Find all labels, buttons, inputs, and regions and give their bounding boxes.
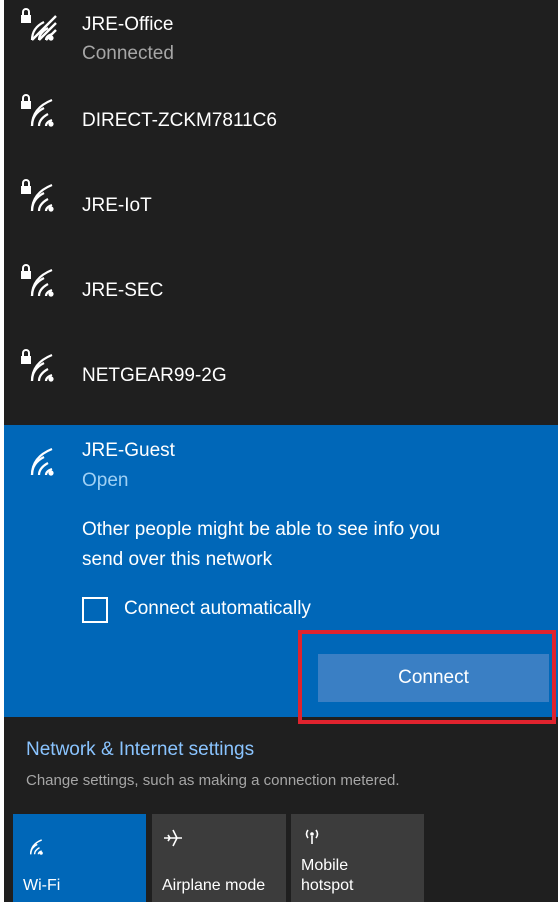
network-name: JRE-IoT bbox=[82, 195, 152, 216]
network-name: JRE-Guest bbox=[82, 440, 175, 461]
network-item-jre-guest-expanded[interactable]: JRE-Guest Open Other people might be abl… bbox=[4, 425, 558, 717]
connect-automatically-checkbox[interactable] bbox=[82, 597, 108, 623]
wifi-icon bbox=[23, 836, 45, 861]
tile-label-line-2: hotspot bbox=[301, 877, 354, 894]
network-name: JRE-SEC bbox=[82, 280, 164, 301]
secured-wifi-icon bbox=[18, 179, 58, 213]
tile-label: Airplane mode bbox=[162, 877, 266, 894]
network-item-jre-iot[interactable]: JRE-IoT bbox=[4, 165, 558, 249]
security-warning-line-2: send over this network bbox=[82, 549, 273, 570]
network-name: JRE-Office bbox=[82, 14, 174, 35]
connect-button[interactable]: Connect bbox=[318, 654, 549, 702]
network-item-netgear99-2g[interactable]: NETGEAR99-2G bbox=[4, 335, 558, 419]
tile-label-line-1: Mobile bbox=[301, 857, 349, 874]
secured-wifi-icon bbox=[18, 8, 58, 42]
secured-wifi-icon bbox=[18, 264, 58, 298]
network-name: DIRECT-ZCKM7811C6 bbox=[82, 110, 277, 131]
wifi-quick-action[interactable]: Wi-Fi bbox=[13, 814, 146, 902]
secured-wifi-icon bbox=[18, 349, 58, 383]
network-item-direct-zckm7811c6[interactable]: DIRECT-ZCKM7811C6 bbox=[4, 80, 558, 164]
network-settings-description: Change settings, such as making a connec… bbox=[26, 772, 400, 789]
network-item-jre-sec[interactable]: JRE-SEC bbox=[4, 250, 558, 334]
tile-label: Wi-Fi bbox=[23, 877, 61, 894]
mobile-hotspot-quick-action[interactable]: Mobile hotspot bbox=[291, 814, 424, 902]
hotspot-icon bbox=[301, 826, 323, 851]
network-settings-link[interactable]: Network & Internet settings bbox=[26, 739, 254, 761]
connect-automatically-label[interactable]: Connect automatically bbox=[124, 598, 311, 620]
network-status: Open bbox=[82, 470, 129, 491]
wifi-icon bbox=[18, 443, 58, 477]
network-flyout: JRE-Office Connected DIRECT-ZCKM7811C6 J… bbox=[4, 0, 558, 902]
network-status: Connected bbox=[82, 43, 174, 64]
airplane-icon bbox=[162, 828, 184, 853]
network-item-jre-office[interactable]: JRE-Office Connected bbox=[4, 0, 558, 84]
security-warning-line-1: Other people might be able to see info y… bbox=[82, 519, 441, 540]
network-name: NETGEAR99-2G bbox=[82, 365, 227, 386]
secured-wifi-icon bbox=[18, 94, 58, 128]
airplane-mode-quick-action[interactable]: Airplane mode bbox=[152, 814, 286, 902]
